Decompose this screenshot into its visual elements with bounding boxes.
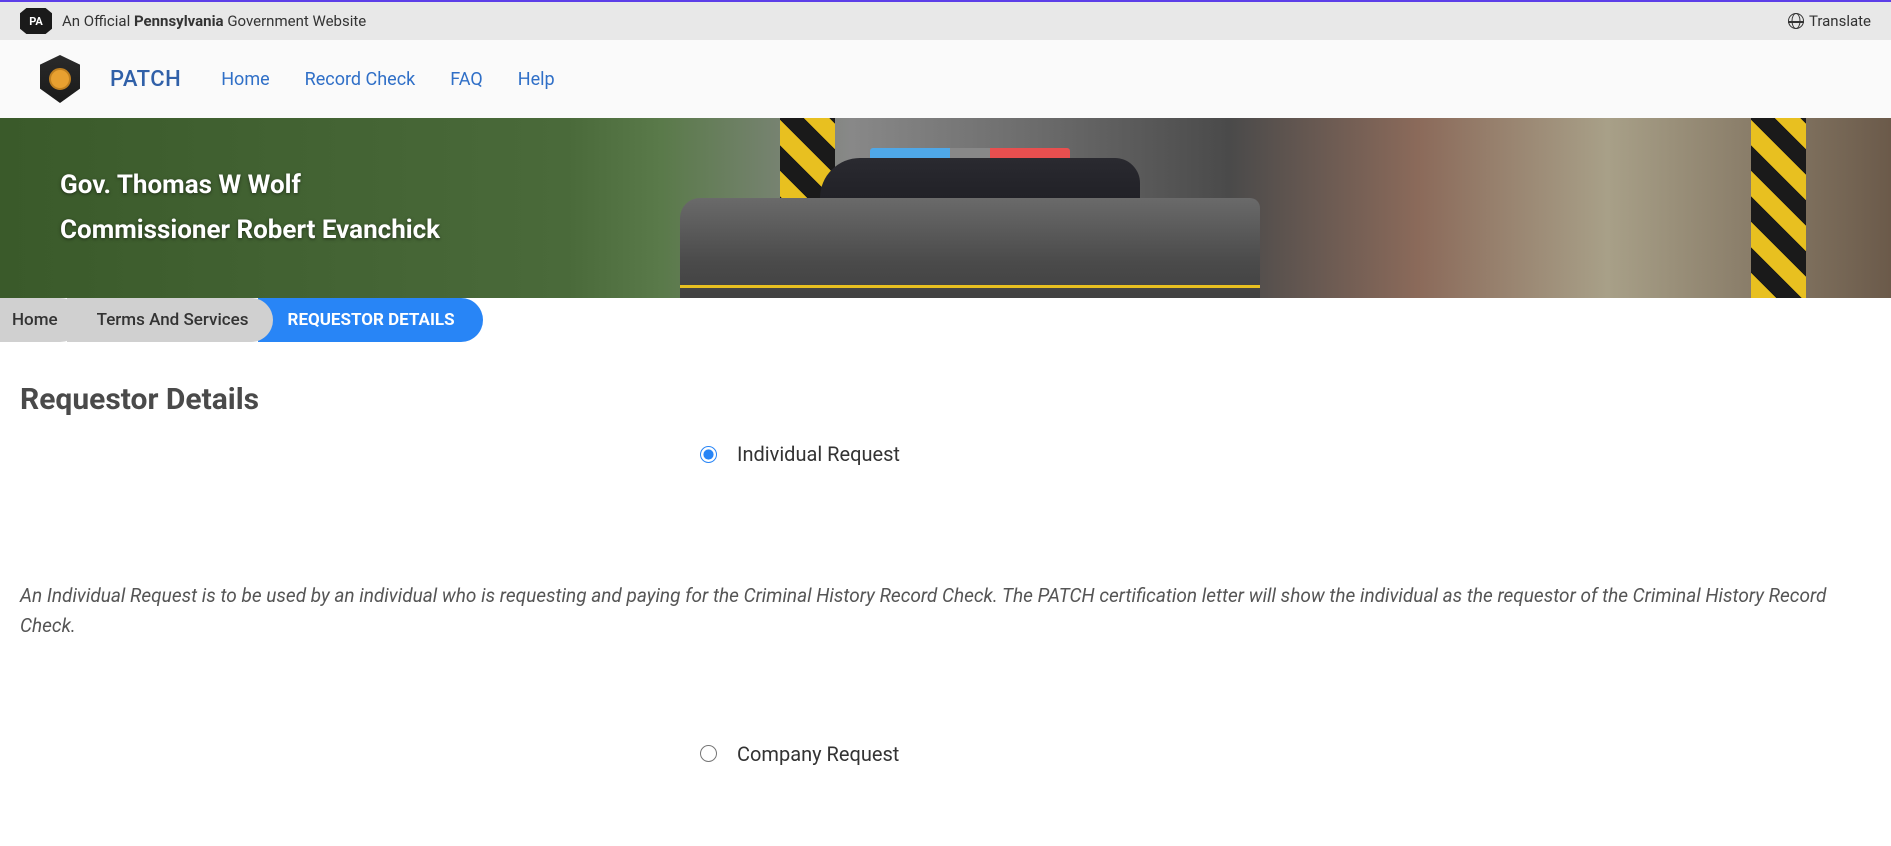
nav-help[interactable]: Help (518, 69, 555, 90)
translate-button[interactable]: Translate (1788, 12, 1871, 30)
breadcrumb-current: REQUESTOR DETAILS (258, 298, 483, 342)
nav-faq[interactable]: FAQ (450, 69, 482, 90)
commissioner-name: Commissioner Robert Evanchick (60, 215, 440, 246)
breadcrumb-terms[interactable]: Terms And Services (67, 298, 273, 342)
breadcrumb: Home Terms And Services REQUESTOR DETAIL… (0, 298, 1891, 342)
hero-banner: Gov. Thomas W Wolf Commissioner Robert E… (0, 118, 1891, 298)
text-prefix: An Official (62, 12, 134, 30)
individual-request-radio[interactable] (700, 446, 717, 463)
content: Requestor Details Individual Request An … (0, 342, 1891, 801)
text-bold: Pennsylvania (134, 12, 224, 30)
page-title: Requestor Details (20, 382, 1871, 417)
hero-text: Gov. Thomas W Wolf Commissioner Robert E… (60, 170, 440, 246)
official-site-text: An Official Pennsylvania Government Webs… (62, 12, 366, 30)
top-banner: PA An Official Pennsylvania Government W… (0, 0, 1891, 40)
individual-request-row: Individual Request (20, 442, 1871, 466)
globe-icon (1788, 13, 1804, 29)
brand-title[interactable]: PATCH (110, 67, 181, 92)
main-nav: PATCH Home Record Check FAQ Help (0, 40, 1891, 118)
nav-links: Home Record Check FAQ Help (221, 69, 554, 90)
company-request-row: Company Request (20, 742, 1871, 766)
nav-record-check[interactable]: Record Check (305, 69, 416, 90)
company-request-label[interactable]: Company Request (737, 742, 899, 766)
top-banner-left: PA An Official Pennsylvania Government W… (20, 8, 366, 34)
individual-request-description: An Individual Request is to be used by a… (20, 581, 1871, 642)
nav-home[interactable]: Home (221, 69, 269, 90)
police-vehicle-image (680, 138, 1260, 298)
individual-request-label[interactable]: Individual Request (737, 442, 900, 466)
text-suffix: Government Website (224, 12, 367, 30)
company-request-radio[interactable] (700, 745, 717, 762)
translate-label: Translate (1809, 12, 1871, 30)
pa-state-logo-icon: PA (20, 8, 52, 34)
psp-badge-logo-icon[interactable] (40, 55, 80, 103)
governor-name: Gov. Thomas W Wolf (60, 170, 440, 200)
breadcrumb-home[interactable]: Home (0, 298, 82, 342)
